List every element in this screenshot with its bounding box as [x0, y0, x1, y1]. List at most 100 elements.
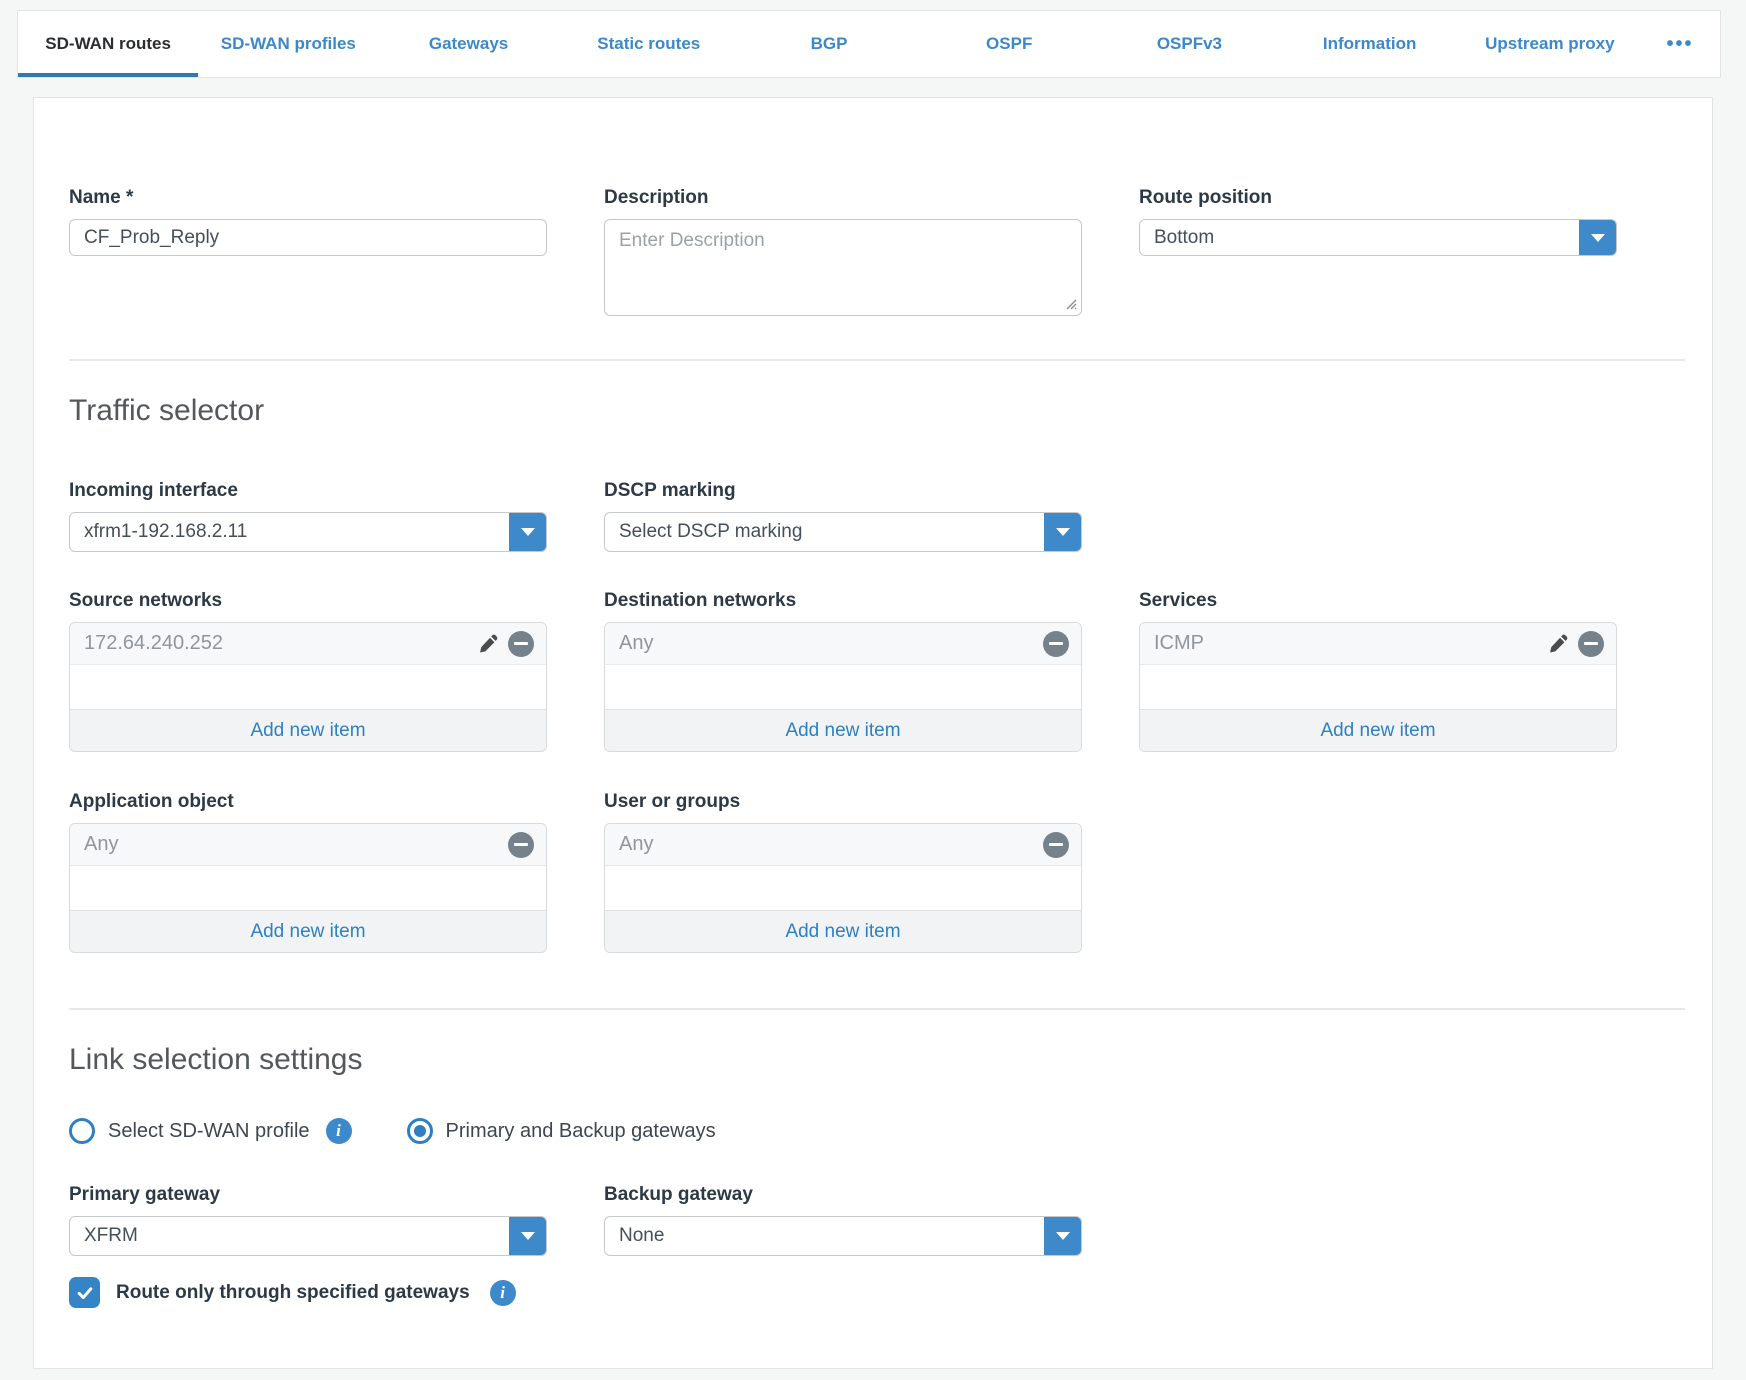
- destination-networks-add-button[interactable]: Add new item: [605, 709, 1081, 751]
- primary-gateway-dropdown-button[interactable]: [509, 1216, 547, 1256]
- list-empty-area: [70, 866, 546, 910]
- tab-ospf[interactable]: OSPF: [919, 11, 1099, 77]
- sdwan-route-form-panel: Name * Description Route position Bottom…: [33, 97, 1713, 1369]
- edit-icon[interactable]: [479, 634, 498, 653]
- primary-gateway-field-group: Primary gateway XFRM: [69, 1183, 547, 1256]
- traffic-selector-title: Traffic selector: [69, 393, 1712, 429]
- chevron-down-icon: [1056, 528, 1070, 536]
- route-only-checkbox-label: Route only through specified gateways: [116, 1282, 470, 1304]
- route-position-field-group: Route position Bottom: [1139, 186, 1617, 256]
- source-network-value: 172.64.240.252: [84, 632, 479, 655]
- destination-networks-label: Destination networks: [604, 589, 1082, 612]
- incoming-interface-dropdown-button[interactable]: [509, 512, 547, 552]
- remove-icon[interactable]: [508, 631, 534, 657]
- tab-gateways[interactable]: Gateways: [378, 11, 558, 77]
- chevron-down-icon: [1056, 1232, 1070, 1240]
- source-networks-label: Source networks: [69, 589, 547, 612]
- more-tabs-icon[interactable]: •••: [1640, 11, 1720, 77]
- dscp-marking-value: Select DSCP marking: [619, 521, 802, 543]
- list-empty-area: [70, 665, 546, 709]
- info-icon[interactable]: i: [490, 1280, 516, 1306]
- user-or-groups-add-button[interactable]: Add new item: [605, 910, 1081, 952]
- edit-icon[interactable]: [1549, 634, 1568, 653]
- list-item: Any: [605, 824, 1081, 866]
- remove-icon[interactable]: [1043, 832, 1069, 858]
- description-textarea[interactable]: [604, 219, 1082, 316]
- incoming-interface-select[interactable]: xfrm1-192.168.2.11: [69, 512, 547, 552]
- services-field-group: Services ICMP Add new item: [1139, 589, 1617, 752]
- destination-networks-listbox: Any Add new item: [604, 622, 1082, 752]
- backup-gateway-dropdown-button[interactable]: [1044, 1216, 1082, 1256]
- list-item: ICMP: [1140, 623, 1616, 665]
- tab-ospfv3[interactable]: OSPFv3: [1099, 11, 1279, 77]
- services-add-button[interactable]: Add new item: [1140, 709, 1616, 751]
- services-label: Services: [1139, 589, 1617, 612]
- list-item: Any: [70, 824, 546, 866]
- backup-gateway-label: Backup gateway: [604, 1183, 1082, 1206]
- radio-button[interactable]: [407, 1118, 433, 1144]
- name-input[interactable]: [69, 219, 547, 256]
- user-or-groups-label: User or groups: [604, 790, 1082, 813]
- destination-network-value: Any: [619, 632, 1043, 655]
- source-networks-field-group: Source networks 172.64.240.252 Add new i…: [69, 589, 547, 752]
- tab-sdwan-routes[interactable]: SD-WAN routes: [18, 11, 198, 77]
- primary-gateway-value: XFRM: [84, 1225, 138, 1247]
- radio-primary-backup-gateways[interactable]: Primary and Backup gateways: [407, 1118, 716, 1144]
- application-object-listbox: Any Add new item: [69, 823, 547, 953]
- application-object-label: Application object: [69, 790, 547, 813]
- services-listbox: ICMP Add new item: [1139, 622, 1617, 752]
- remove-icon[interactable]: [1578, 631, 1604, 657]
- route-position-dropdown-button[interactable]: [1579, 219, 1617, 256]
- radio-label: Primary and Backup gateways: [446, 1120, 716, 1143]
- route-position-select[interactable]: Bottom: [1139, 219, 1617, 256]
- incoming-interface-field-group: Incoming interface xfrm1-192.168.2.11: [69, 479, 547, 552]
- tab-upstream-proxy[interactable]: Upstream proxy: [1460, 11, 1640, 77]
- backup-gateway-select[interactable]: None: [604, 1216, 1082, 1256]
- remove-icon[interactable]: [1043, 631, 1069, 657]
- application-object-field-group: Application object Any Add new item: [69, 790, 547, 953]
- tab-bgp[interactable]: BGP: [739, 11, 919, 77]
- tab-information[interactable]: Information: [1280, 11, 1460, 77]
- tab-sdwan-profiles[interactable]: SD-WAN profiles: [198, 11, 378, 77]
- tab-static-routes[interactable]: Static routes: [559, 11, 739, 77]
- section-divider: [69, 359, 1685, 361]
- primary-gateway-select[interactable]: XFRM: [69, 1216, 547, 1256]
- route-only-checkbox[interactable]: [69, 1277, 100, 1308]
- dscp-marking-select[interactable]: Select DSCP marking: [604, 512, 1082, 552]
- incoming-interface-label: Incoming interface: [69, 479, 547, 502]
- route-position-label: Route position: [1139, 186, 1617, 209]
- user-or-groups-value: Any: [619, 833, 1043, 856]
- description-label: Description: [604, 186, 1082, 209]
- application-object-value: Any: [84, 833, 508, 856]
- name-label: Name *: [69, 186, 547, 209]
- link-selection-title: Link selection settings: [69, 1042, 1712, 1078]
- radio-label: Select SD-WAN profile: [108, 1120, 310, 1143]
- remove-icon[interactable]: [508, 832, 534, 858]
- dscp-marking-field-group: DSCP marking Select DSCP marking: [604, 479, 1082, 552]
- list-empty-area: [605, 866, 1081, 910]
- application-object-add-button[interactable]: Add new item: [70, 910, 546, 952]
- backup-gateway-field-group: Backup gateway None: [604, 1183, 1082, 1256]
- info-icon[interactable]: i: [326, 1118, 352, 1144]
- list-item: 172.64.240.252: [70, 623, 546, 665]
- list-empty-area: [605, 665, 1081, 709]
- section-divider: [69, 1008, 1685, 1010]
- chevron-down-icon: [521, 1232, 535, 1240]
- backup-gateway-value: None: [619, 1225, 664, 1247]
- service-value: ICMP: [1154, 632, 1549, 655]
- source-networks-listbox: 172.64.240.252 Add new item: [69, 622, 547, 752]
- checkmark-icon: [75, 1283, 95, 1303]
- dscp-marking-dropdown-button[interactable]: [1044, 512, 1082, 552]
- destination-networks-field-group: Destination networks Any Add new item: [604, 589, 1082, 752]
- user-or-groups-listbox: Any Add new item: [604, 823, 1082, 953]
- radio-select-sdwan-profile[interactable]: Select SD-WAN profile i: [69, 1118, 352, 1144]
- list-empty-area: [1140, 665, 1616, 709]
- description-field-group: Description: [604, 186, 1082, 316]
- radio-button[interactable]: [69, 1118, 95, 1144]
- incoming-interface-value: xfrm1-192.168.2.11: [84, 521, 247, 543]
- dscp-marking-label: DSCP marking: [604, 479, 1082, 502]
- tab-bar: SD-WAN routes SD-WAN profiles Gateways S…: [17, 10, 1721, 78]
- primary-gateway-label: Primary gateway: [69, 1183, 547, 1206]
- source-networks-add-button[interactable]: Add new item: [70, 709, 546, 751]
- list-item: Any: [605, 623, 1081, 665]
